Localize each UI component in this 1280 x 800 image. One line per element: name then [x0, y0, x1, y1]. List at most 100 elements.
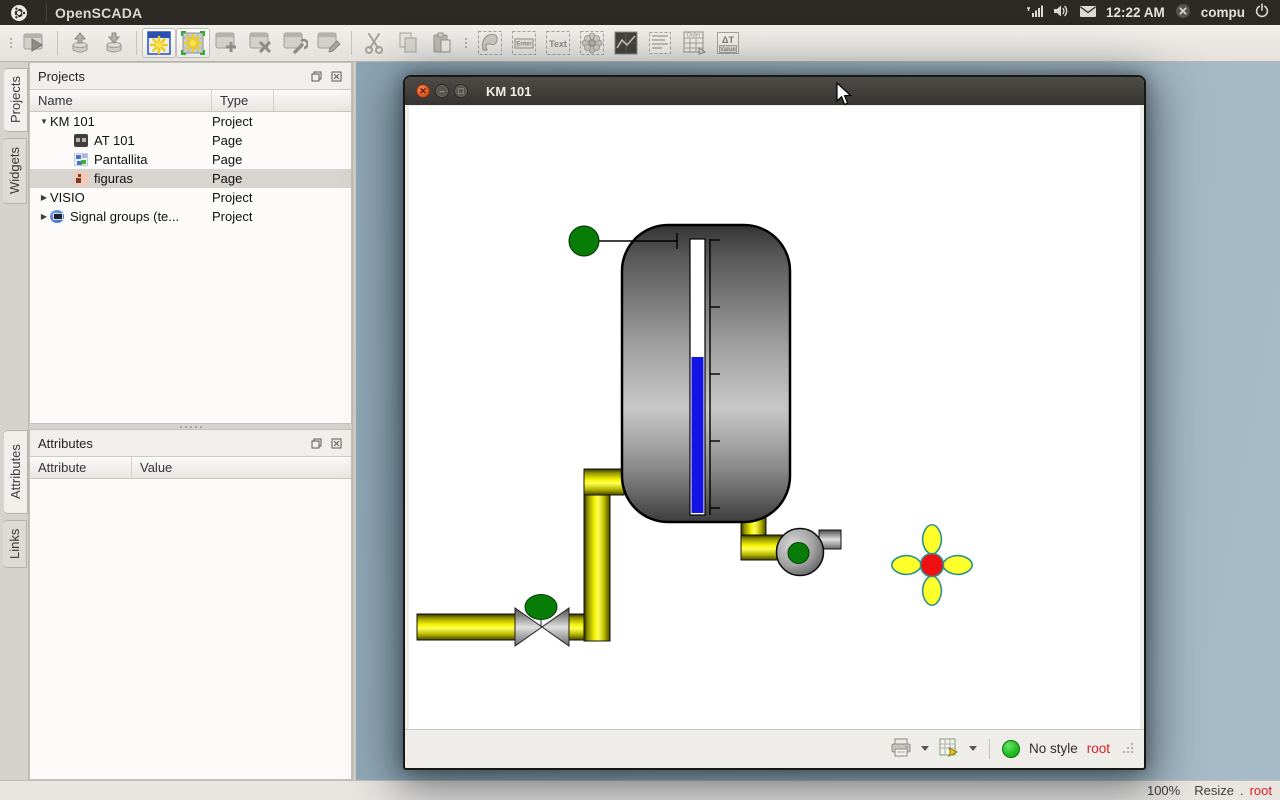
- column-attribute[interactable]: Attribute: [30, 457, 132, 478]
- tank-widget[interactable]: [622, 225, 790, 522]
- svg-text:ΔT: ΔT: [722, 35, 734, 45]
- projects-panel: Projects Name Type: [29, 62, 352, 424]
- panel-float-icon[interactable]: [309, 436, 323, 450]
- add-function-widget-button[interactable]: ΔT Value: [711, 28, 745, 58]
- subwindow-title: KM 101: [486, 84, 532, 99]
- table-row[interactable]: ▶ Signal groups (te... Project: [30, 207, 351, 226]
- volume-icon[interactable]: [1053, 4, 1070, 21]
- resize-grip-icon[interactable]: [1121, 741, 1134, 757]
- page-icon: [74, 153, 88, 166]
- panel-close-icon[interactable]: [329, 69, 343, 83]
- statusbar-separator: .: [1240, 783, 1244, 798]
- new-library-button[interactable]: [176, 28, 210, 58]
- add-form-element-widget-button[interactable]: Enter: [507, 28, 541, 58]
- print-dropdown-icon[interactable]: [921, 746, 929, 751]
- projects-tree: ▼ KM 101 Project AT 101 Page Pantallita …: [30, 112, 351, 423]
- export-dropdown-icon[interactable]: [969, 746, 977, 751]
- table-row-selected[interactable]: figuras Page: [30, 169, 351, 188]
- new-visual-item-button[interactable]: [142, 28, 176, 58]
- paste-button[interactable]: [425, 28, 459, 58]
- toolbar-drag-handle[interactable]: [7, 32, 15, 54]
- pump-widget[interactable]: [777, 529, 842, 576]
- column-name[interactable]: Name: [30, 90, 212, 111]
- edit-item-button[interactable]: [312, 28, 346, 58]
- edit-mode-label: Resize: [1194, 783, 1234, 798]
- subwindow-user-label: root: [1087, 741, 1110, 756]
- svg-text:Text: Text: [549, 39, 567, 49]
- main-statusbar: 100% Resize . root: [0, 780, 1280, 800]
- page-icon: [74, 172, 88, 185]
- load-from-db-button[interactable]: [63, 28, 97, 58]
- page-edit-window[interactable]: ✕ – □ KM 101: [403, 75, 1146, 770]
- add-media-widget-button[interactable]: [575, 28, 609, 58]
- column-value[interactable]: Value: [132, 457, 351, 478]
- column-type[interactable]: Type: [212, 90, 274, 111]
- attributes-table-header: Attribute Value: [30, 456, 351, 479]
- cut-button[interactable]: [357, 28, 391, 58]
- tab-links[interactable]: Links: [3, 520, 27, 568]
- system-top-bar: OpenSCADA 12:22 AM: [0, 0, 1280, 25]
- save-to-db-button[interactable]: [97, 28, 131, 58]
- table-row[interactable]: Pantallita Page: [30, 150, 351, 169]
- close-icon[interactable]: ✕: [416, 84, 430, 98]
- delete-item-button[interactable]: [244, 28, 278, 58]
- svg-text:Value: Value: [720, 47, 736, 53]
- topbar-separator: [46, 4, 47, 21]
- toolbar-drag-handle[interactable]: [462, 32, 470, 54]
- expander-open-icon[interactable]: ▼: [38, 117, 50, 126]
- add-item-button[interactable]: [210, 28, 244, 58]
- panel-close-icon[interactable]: [329, 436, 343, 450]
- add-text-widget-button[interactable]: Text: [541, 28, 575, 58]
- dock-tabstrip: Projects Widgets Attributes Links: [0, 62, 28, 780]
- tab-widgets[interactable]: Widgets: [3, 138, 27, 204]
- minimize-icon[interactable]: –: [435, 84, 449, 98]
- attributes-table-body: [30, 479, 351, 779]
- main-toolbar: Enter Text: [0, 25, 1280, 62]
- copy-button[interactable]: [391, 28, 425, 58]
- mdi-workspace: ✕ – □ KM 101: [356, 62, 1280, 780]
- session-name[interactable]: compu: [1201, 5, 1245, 20]
- subwindow-titlebar[interactable]: ✕ – □ KM 101: [405, 77, 1144, 105]
- attributes-panel: Attributes Attribute Value: [29, 429, 352, 780]
- scada-canvas[interactable]: [409, 106, 1140, 729]
- add-shape-widget-button[interactable]: [473, 28, 507, 58]
- system-tray: 12:22 AM compu: [1026, 3, 1280, 22]
- ubuntu-logo-icon[interactable]: [0, 4, 38, 22]
- valve-widget[interactable]: [515, 595, 569, 647]
- add-diagram-widget-button[interactable]: [609, 28, 643, 58]
- export-icon[interactable]: [938, 737, 960, 760]
- session-menu-icon[interactable]: [1174, 3, 1192, 22]
- add-table-widget-button[interactable]: Order: [677, 28, 711, 58]
- fan-widget[interactable]: [892, 525, 973, 606]
- table-row[interactable]: ▶ VISIO Project: [30, 188, 351, 207]
- subwindow-statusbar: No style root: [405, 729, 1144, 767]
- style-status-label: No style: [1029, 741, 1078, 756]
- table-row[interactable]: AT 101 Page: [30, 131, 351, 150]
- mail-icon[interactable]: [1079, 5, 1097, 21]
- table-row[interactable]: ▼ KM 101 Project: [30, 112, 351, 131]
- run-project-execution-button[interactable]: [18, 28, 52, 58]
- panel-float-icon[interactable]: [309, 69, 323, 83]
- clock[interactable]: 12:22 AM: [1106, 5, 1165, 20]
- projects-panel-title: Projects: [38, 69, 303, 84]
- item-properties-button[interactable]: [278, 28, 312, 58]
- add-protocol-widget-button[interactable]: [643, 28, 677, 58]
- tab-attributes[interactable]: Attributes: [4, 430, 28, 514]
- page-icon: [74, 134, 88, 147]
- maximize-icon[interactable]: □: [454, 84, 468, 98]
- fan-hub: [921, 554, 944, 577]
- tab-projects[interactable]: Projects: [4, 68, 28, 132]
- svg-text:Order: Order: [686, 33, 700, 39]
- expander-closed-icon[interactable]: ▶: [38, 212, 50, 221]
- print-icon[interactable]: [890, 738, 912, 760]
- project-icon: [50, 210, 64, 223]
- valve-state-lamp: [525, 595, 557, 620]
- power-icon[interactable]: [1254, 3, 1270, 22]
- zoom-level: 100%: [1147, 783, 1180, 798]
- expander-closed-icon[interactable]: ▶: [38, 193, 50, 202]
- app-title: OpenSCADA: [55, 5, 142, 21]
- network-signal-icon[interactable]: [1026, 4, 1044, 21]
- style-status-lamp[interactable]: [1002, 740, 1020, 758]
- projects-table-header: Name Type: [30, 89, 351, 112]
- svg-text:Enter: Enter: [516, 42, 532, 48]
